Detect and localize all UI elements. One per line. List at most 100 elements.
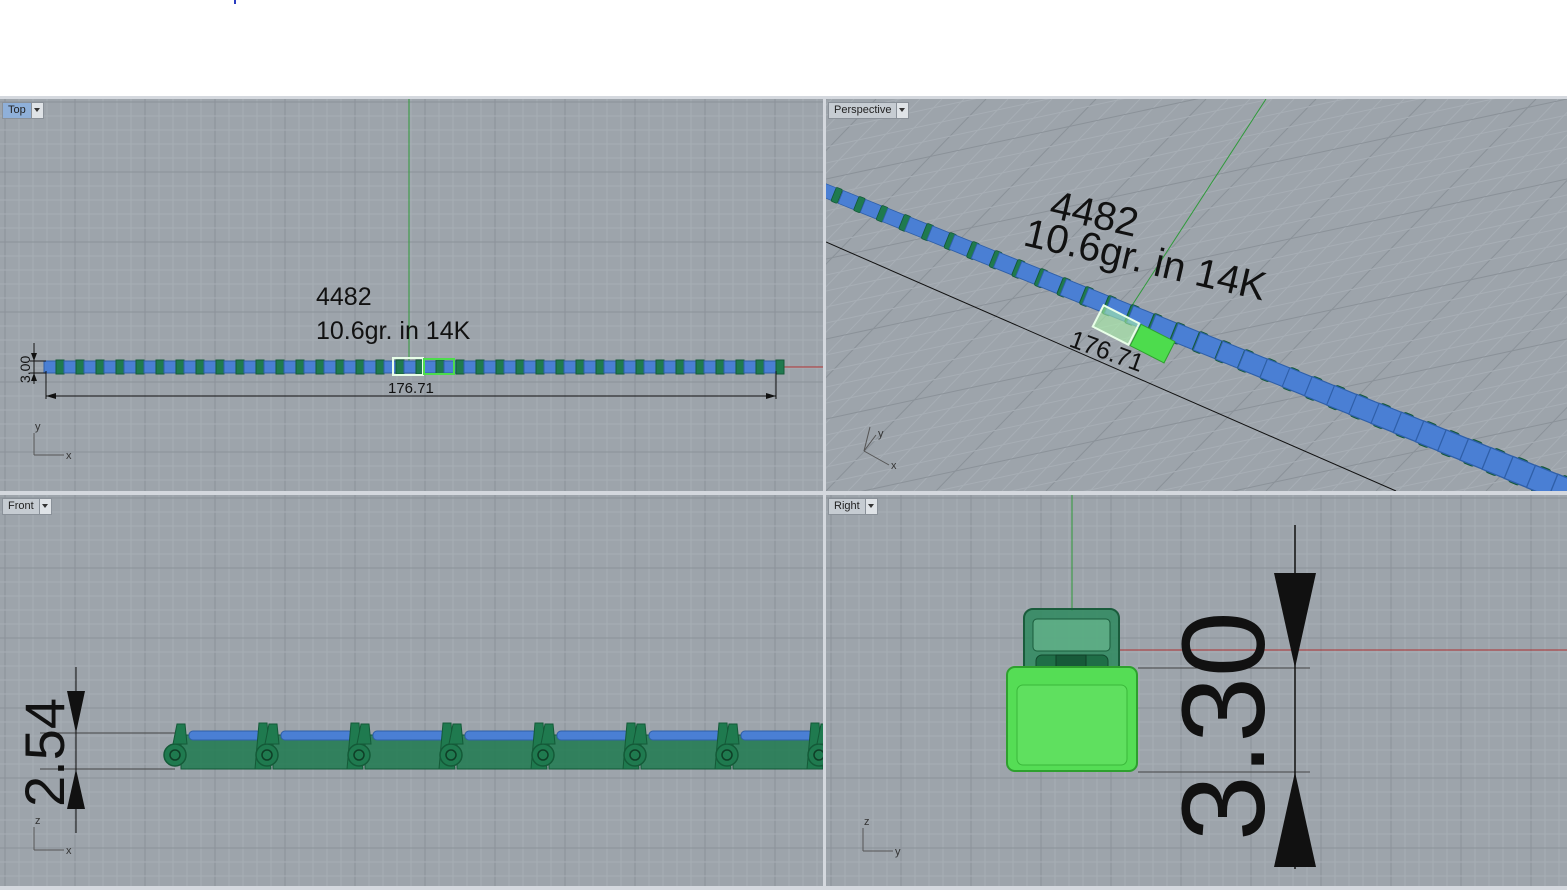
front-viewport-dropdown-icon[interactable]: [38, 499, 51, 514]
top-link-plate: [663, 360, 677, 374]
top-link-hinge: [235, 359, 245, 375]
top-link-plate: [403, 360, 417, 374]
top-link-hinge: [695, 359, 705, 375]
top-link-plate: [423, 360, 437, 374]
top-link-hinge: [295, 359, 305, 375]
top-link-hinge: [575, 359, 585, 375]
front-link: [715, 722, 823, 770]
top-link-plate: [463, 360, 477, 374]
top-link-plate: [63, 360, 77, 374]
top-link-hinge: [315, 359, 325, 375]
front-height-dim-text: 2.54: [13, 698, 76, 807]
top-link-hinge: [635, 359, 645, 375]
right-viewport-canvas[interactable]: 3.30 z y: [826, 495, 1567, 886]
top-link-hinge: [115, 359, 125, 375]
top-link-hinge: [375, 359, 385, 375]
top-link-plate: [223, 360, 237, 374]
right-axis-z-label: z: [864, 816, 870, 828]
top-link-hinge: [255, 359, 265, 375]
top-link-hinge: [275, 359, 285, 375]
perspective-viewport-canvas[interactable]: 4482 10.6gr. in 14K 176.71 y x: [826, 99, 1567, 491]
front-axis-z-label: z: [35, 815, 41, 827]
top-axis-y-label: y: [35, 421, 41, 433]
top-link-plate: [243, 360, 257, 374]
top-link-plate: [203, 360, 217, 374]
top-link-plate: [103, 360, 117, 374]
top-link-plate: [163, 360, 177, 374]
front-viewport[interactable]: 2.54 z x Front: [0, 495, 823, 886]
right-viewport-dropdown-icon[interactable]: [864, 499, 877, 514]
top-link-plate: [623, 360, 637, 374]
top-link-hinge: [755, 359, 765, 375]
top-link-plate: [563, 360, 577, 374]
top-viewport-dropdown-icon[interactable]: [30, 103, 43, 118]
top-link-plate: [303, 360, 317, 374]
top-grid: [0, 99, 823, 491]
right-axis-gizmo: z y: [862, 816, 901, 858]
top-viewport[interactable]: 4482 10.6gr. in 14K 176.71 3.00 y x Top: [0, 99, 823, 491]
top-viewport-tab[interactable]: Top: [2, 102, 44, 119]
front-viewport-canvas[interactable]: 2.54 z x: [0, 495, 823, 886]
front-axis-gizmo: z x: [33, 815, 72, 857]
top-link-hinge: [615, 359, 625, 375]
top-link-plate: [683, 360, 697, 374]
right-link-profile[interactable]: [1006, 608, 1138, 772]
right-height-dim-text: 3.30: [1158, 611, 1290, 841]
top-viewport-title: Top: [8, 104, 26, 116]
top-link-hinge: [595, 359, 605, 375]
right-axis-y-label: y: [895, 846, 901, 858]
top-length-dim-text: 176.71: [388, 380, 434, 397]
front-link: [531, 722, 640, 770]
top-link-plate: [603, 360, 617, 374]
top-link-hinge: [395, 359, 405, 375]
right-viewport-tab[interactable]: Right: [828, 498, 878, 515]
top-link-hinge: [335, 359, 345, 375]
top-link-hinge: [135, 359, 145, 375]
perspective-viewport-title: Perspective: [834, 104, 892, 116]
top-link-plate: [763, 360, 777, 374]
top-link-plate: [483, 360, 497, 374]
front-viewport-tab[interactable]: Front: [2, 498, 52, 515]
top-link-hinge: [715, 359, 725, 375]
front-axis-x-label: x: [66, 845, 72, 857]
top-link-plate: [583, 360, 597, 374]
top-viewport-canvas[interactable]: 4482 10.6gr. in 14K 176.71 3.00 y x: [0, 99, 823, 491]
top-link-hinge: [675, 359, 685, 375]
top-strip-marker: [234, 0, 236, 4]
top-link-hinge: [775, 359, 785, 375]
top-link-plate: [523, 360, 537, 374]
perspective-axis-y-label: y: [878, 428, 884, 440]
top-link-plate: [123, 360, 137, 374]
window-top-strip: [0, 0, 1567, 96]
top-link-hinge: [555, 359, 565, 375]
top-link-hinge: [735, 359, 745, 375]
right-viewport[interactable]: 3.30 z y Right: [826, 495, 1567, 886]
top-link-hinge: [495, 359, 505, 375]
top-link-plate: [323, 360, 337, 374]
top-width-dim-text: 3.00: [17, 356, 33, 383]
top-link-plate: [283, 360, 297, 374]
top-link-plate: [343, 360, 357, 374]
top-link-plate: [543, 360, 557, 374]
top-link-plate: [263, 360, 277, 374]
perspective-viewport-dropdown-icon[interactable]: [896, 103, 909, 118]
top-link-hinge: [655, 359, 665, 375]
perspective-viewport-tab[interactable]: Perspective: [828, 102, 910, 119]
top-link-plate: [183, 360, 197, 374]
front-chain-links: [163, 722, 823, 770]
top-link-plate: [643, 360, 657, 374]
top-link-hinge: [175, 359, 185, 375]
top-link-hinge: [215, 359, 225, 375]
top-weight-note: 10.6gr. in 14K: [316, 317, 471, 345]
top-link-plate: [503, 360, 517, 374]
top-link-hinge: [155, 359, 165, 375]
front-viewport-title: Front: [8, 500, 34, 512]
top-link-plate: [143, 360, 157, 374]
top-link-plate: [383, 360, 397, 374]
front-link: [163, 722, 272, 770]
top-link-hinge: [515, 359, 525, 375]
top-link-hinge: [535, 359, 545, 375]
top-link-plate: [703, 360, 717, 374]
viewport-bottom-border: [0, 886, 1567, 890]
perspective-viewport[interactable]: 4482 10.6gr. in 14K 176.71 y x Perspecti…: [826, 99, 1567, 491]
